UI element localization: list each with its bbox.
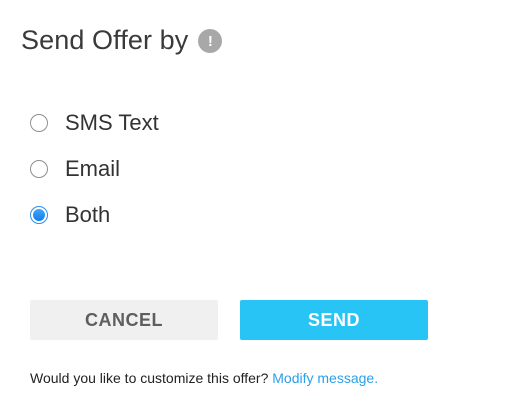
radio-sms-text[interactable] (30, 114, 48, 132)
option-label-sms-text: SMS Text (65, 110, 159, 135)
radio-email[interactable] (30, 160, 48, 178)
title-row: Send Offer by ! (21, 22, 223, 58)
customize-prompt: Would you like to customize this offer? … (30, 369, 378, 387)
option-label-email: Email (65, 156, 121, 181)
info-icon[interactable]: ! (198, 29, 223, 53)
cancel-button[interactable]: CANCEL (30, 300, 218, 340)
option-label-both: Both (65, 202, 111, 227)
radio-selected-dot (33, 209, 45, 221)
option-both[interactable]: Both (30, 192, 159, 238)
send-offer-panel: Send Offer by ! SMS Text Email Both CANC… (0, 0, 531, 400)
modify-message-link[interactable]: Modify message. (272, 370, 378, 386)
option-sms-text[interactable]: SMS Text (30, 100, 159, 146)
send-button[interactable]: SEND (240, 300, 428, 340)
send-method-radio-group: SMS Text Email Both (30, 100, 159, 238)
customize-prompt-text: Would you like to customize this offer? (30, 370, 273, 386)
info-icon-glyph: ! (207, 32, 213, 50)
option-email[interactable]: Email (30, 146, 159, 192)
radio-both[interactable] (30, 206, 48, 224)
page-title: Send Offer by (21, 25, 189, 55)
